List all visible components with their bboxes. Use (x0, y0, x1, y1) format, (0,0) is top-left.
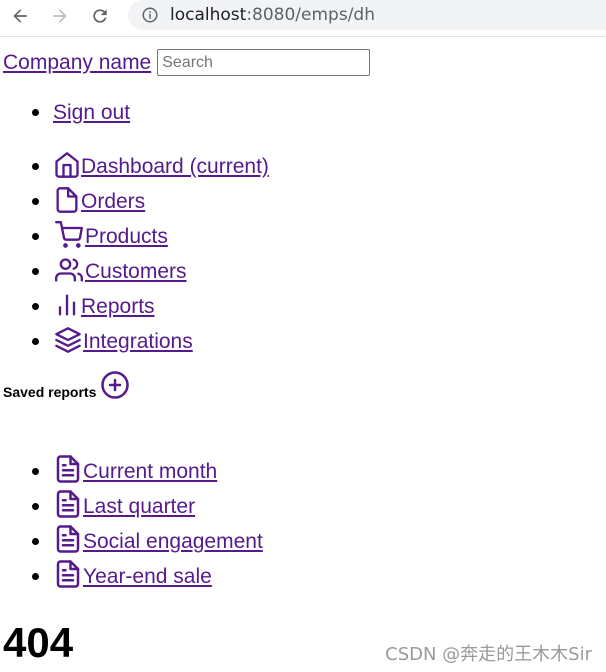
saved-report-label: Last quarter (83, 495, 196, 518)
sidebar-item-customers: Customers (32, 249, 269, 284)
products-link[interactable]: Products (53, 221, 168, 249)
address-bar[interactable]: localhost:8080/emps/dh (128, 0, 606, 30)
back-button[interactable] (8, 4, 32, 28)
sidebar-item-products: Products (32, 214, 269, 249)
customers-link[interactable]: Customers (53, 256, 187, 284)
sidebar-item-orders: Orders (32, 179, 269, 214)
url-host: localhost (170, 5, 247, 25)
sidebar-item-label: Reports (81, 295, 155, 318)
sign-out-link[interactable]: Sign out (53, 101, 130, 124)
sidebar-nav: Dashboard (current) Orders Products Cust… (32, 144, 269, 354)
sidebar-item-label: Orders (81, 190, 146, 213)
current-month-link[interactable]: Current month (53, 454, 217, 484)
browser-toolbar: localhost:8080/emps/dh (0, 0, 606, 37)
dashboard-link[interactable]: Dashboard (current) (53, 151, 269, 179)
add-report-button[interactable] (100, 370, 130, 400)
year-end-sale-link[interactable]: Year-end sale (53, 559, 212, 589)
arrow-left-icon (13, 9, 27, 23)
shopping-cart-icon (55, 221, 84, 248)
social-engagement-link[interactable]: Social engagement (53, 524, 263, 554)
plus-circle-icon (101, 371, 130, 399)
file-icon (56, 187, 78, 213)
error-code: 404 (3, 619, 74, 666)
file-text-icon (56, 560, 80, 588)
url-text: localhost:8080/emps/dh (170, 5, 375, 25)
saved-report-label: Current month (83, 460, 218, 483)
sidebar-item-label: Dashboard (current) (81, 155, 269, 178)
last-quarter-link[interactable]: Last quarter (53, 489, 195, 519)
saved-reports-heading: Saved reports (3, 384, 97, 400)
sidebar-item-reports: Reports (32, 284, 269, 319)
sidebar-item-label: Products (85, 225, 168, 248)
site-info-icon[interactable] (140, 5, 160, 25)
account-menu: Sign out (31, 98, 130, 128)
reload-icon (93, 9, 107, 23)
orders-link[interactable]: Orders (53, 186, 145, 214)
sidebar-item-integrations: Integrations (32, 319, 269, 354)
reports-link[interactable]: Reports (53, 291, 155, 319)
saved-reports-header: Saved reports (3, 371, 130, 400)
saved-report-social-engagement: Social engagement (32, 519, 263, 554)
saved-report-year-end-sale: Year-end sale (32, 554, 263, 589)
integrations-link[interactable]: Integrations (53, 326, 193, 354)
home-icon (55, 152, 79, 178)
file-text-icon (56, 455, 80, 483)
file-text-icon (56, 525, 80, 553)
users-icon (55, 258, 84, 282)
sidebar-item-label: Customers (85, 260, 187, 283)
saved-report-last-quarter: Last quarter (32, 484, 263, 519)
file-text-icon (56, 490, 80, 518)
saved-report-label: Year-end sale (83, 565, 212, 588)
bar-chart-icon (58, 294, 76, 316)
search-input[interactable] (157, 49, 371, 76)
sidebar-item-label: Integrations (83, 330, 193, 353)
saved-report-current-month: Current month (32, 449, 263, 484)
reload-button[interactable] (88, 4, 112, 28)
sidebar-item-dashboard: Dashboard (current) (32, 144, 269, 179)
top-navbar: Company name (3, 49, 371, 76)
arrow-right-icon (53, 9, 67, 23)
list-item: Sign out (31, 98, 130, 128)
saved-reports-list: Current month Last quarter Social engage… (32, 449, 263, 589)
saved-report-label: Social engagement (83, 530, 263, 553)
layers-icon (55, 327, 81, 353)
watermark: CSDN @奔走的王木木Sir (385, 644, 592, 665)
forward-button[interactable] (48, 4, 72, 28)
brand-link[interactable]: Company name (3, 51, 151, 75)
url-path: :8080/emps/dh (246, 5, 375, 25)
